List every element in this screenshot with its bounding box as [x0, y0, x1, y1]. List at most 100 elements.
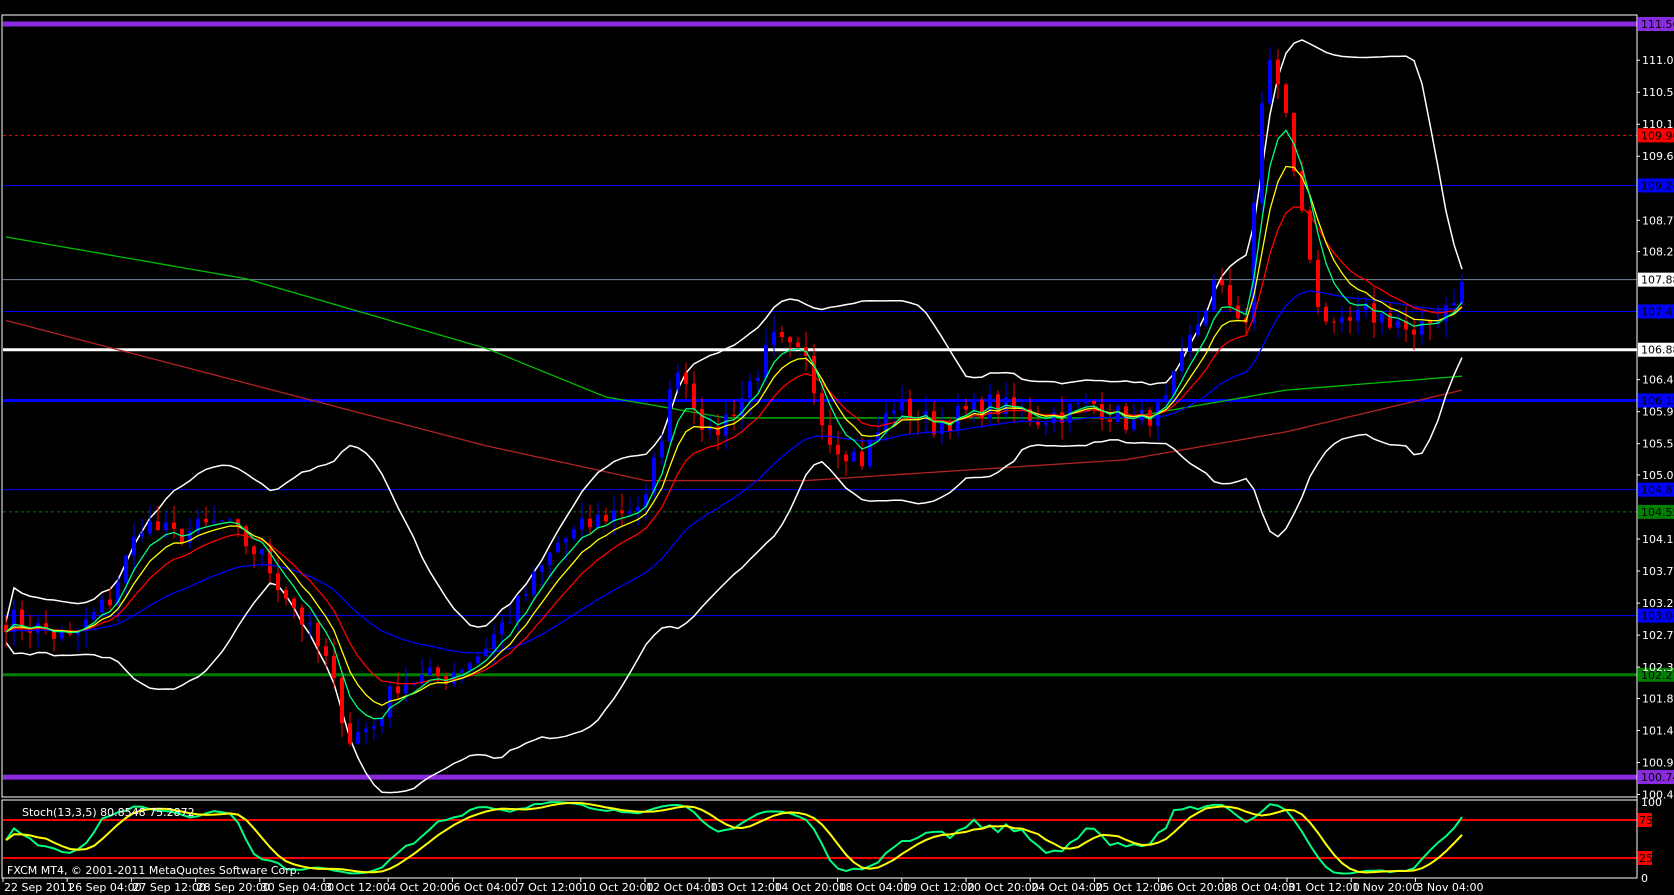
candle-body [532, 571, 536, 595]
candle-body [436, 667, 440, 677]
time-label: 13 Oct 12:00 [710, 881, 782, 894]
time-label: 3 Oct 12:00 [325, 881, 390, 894]
stoch-main-line [5, 801, 1463, 875]
candle-body [684, 372, 688, 384]
candle-body [1396, 320, 1400, 328]
time-label: 25 Oct 12:00 [1095, 881, 1167, 894]
time-label: 22 Sep 2011 [4, 881, 74, 894]
level-tag-109.240: 109.240 [1641, 179, 1674, 192]
candle-body [908, 398, 912, 419]
time-axis: 22 Sep 201126 Sep 04:0027 Sep 12:0028 Se… [2, 878, 1484, 894]
time-label: 1 Nov 20:00 [1352, 881, 1419, 894]
time-label: 30 Sep 04:00 [261, 881, 334, 894]
main-pane [1, 14, 1638, 798]
candle-body [588, 518, 592, 528]
price-tick-label: 111.040 [1642, 54, 1674, 67]
candle-body [468, 663, 472, 671]
price-tick-label: 108.740 [1642, 214, 1674, 227]
candle-body [1228, 285, 1232, 306]
candle-body [836, 444, 840, 455]
candle-body [668, 389, 672, 442]
candle-body [100, 599, 104, 613]
price-tick-label: 101.410 [1642, 724, 1674, 737]
candle-body [1316, 259, 1320, 307]
candle-body [1452, 303, 1456, 306]
price-tick-label: 102.320 [1642, 661, 1674, 674]
candle-body [212, 521, 216, 523]
candle-body [628, 511, 632, 514]
candle-body [476, 656, 480, 664]
price-tick-label: 102.780 [1642, 629, 1674, 642]
price-tick-label: 108.290 [1642, 246, 1674, 259]
candle-body [660, 441, 664, 458]
candle-body [292, 598, 296, 608]
candle-body [1092, 400, 1096, 405]
stoch-level-tag: 25 [1639, 852, 1653, 865]
time-label: 27 Sep 12:00 [132, 881, 205, 894]
time-label: 4 Oct 20:00 [389, 881, 454, 894]
time-label: 20 Oct 20:00 [967, 881, 1039, 894]
time-label: 24 Oct 04:00 [1031, 881, 1103, 894]
candle-body [252, 546, 256, 555]
time-label: 26 Sep 04:00 [68, 881, 141, 894]
candle-body [500, 622, 504, 635]
candle-body [1188, 334, 1192, 352]
price-tick-label: 110.120 [1642, 118, 1674, 131]
candle-body [316, 623, 320, 647]
candle-body [756, 378, 760, 381]
candle-body [964, 405, 968, 410]
candle-body [636, 506, 640, 512]
main-pane-border [1, 14, 1638, 798]
candle-body [1044, 423, 1048, 425]
candle-body [1372, 303, 1376, 323]
candle-body [284, 589, 288, 599]
copyright-footer: FXCM MT4, © 2001-2011 MetaQuotes Softwar… [7, 864, 300, 877]
candle-body [572, 529, 576, 539]
candle-body [260, 548, 264, 555]
level-tag-107.430: 107.430 [1641, 305, 1674, 318]
candle-body [1108, 419, 1112, 422]
level-tag-100.740: 100.740 [1641, 771, 1674, 784]
candle-body [900, 398, 904, 411]
price-chart[interactable]: Stoch(13,3,5) 80.8548 75.2872 FXCM MT4, … [0, 0, 1674, 895]
candle-body [1164, 395, 1168, 400]
candle-body [748, 380, 752, 399]
candle-body [1276, 59, 1280, 85]
time-label: 10 Oct 20:00 [582, 881, 654, 894]
candle-body [404, 684, 408, 694]
candle-body [868, 439, 872, 467]
candle-body [788, 337, 792, 343]
candle-body [1260, 103, 1264, 204]
candle-body [564, 538, 568, 543]
candle-body [844, 454, 848, 462]
candle-body [172, 522, 176, 529]
candle-body [1116, 406, 1120, 422]
candle-body [308, 623, 312, 625]
candle-body [1348, 317, 1352, 321]
candle-body [164, 522, 168, 531]
level-tag-107.887: 107.887 [1641, 274, 1674, 287]
candle-body [124, 555, 128, 583]
candle-body [516, 595, 520, 623]
time-label: 19 Oct 12:00 [903, 881, 975, 894]
candle-body [828, 425, 832, 445]
time-label: 12 Oct 04:00 [646, 881, 718, 894]
candle-body [1340, 317, 1344, 323]
candle-body [148, 521, 152, 534]
stoch-axis-label: 100 [1641, 796, 1662, 809]
ma-long-1-line [5, 236, 1463, 419]
candle-body [676, 372, 680, 390]
candle-body [140, 533, 144, 537]
candle-body [324, 646, 328, 656]
candle-body [692, 383, 696, 409]
candle-body [604, 514, 608, 522]
candle-body [972, 399, 976, 410]
price-tick-label: 103.700 [1642, 565, 1674, 578]
candle-body [332, 655, 336, 678]
price-tick-label: 110.580 [1642, 86, 1674, 99]
time-label: 31 Oct 12:00 [1288, 881, 1360, 894]
candle-body [204, 518, 208, 523]
candle-body [1428, 321, 1432, 324]
candle-body [540, 564, 544, 572]
candle-body [60, 631, 64, 639]
